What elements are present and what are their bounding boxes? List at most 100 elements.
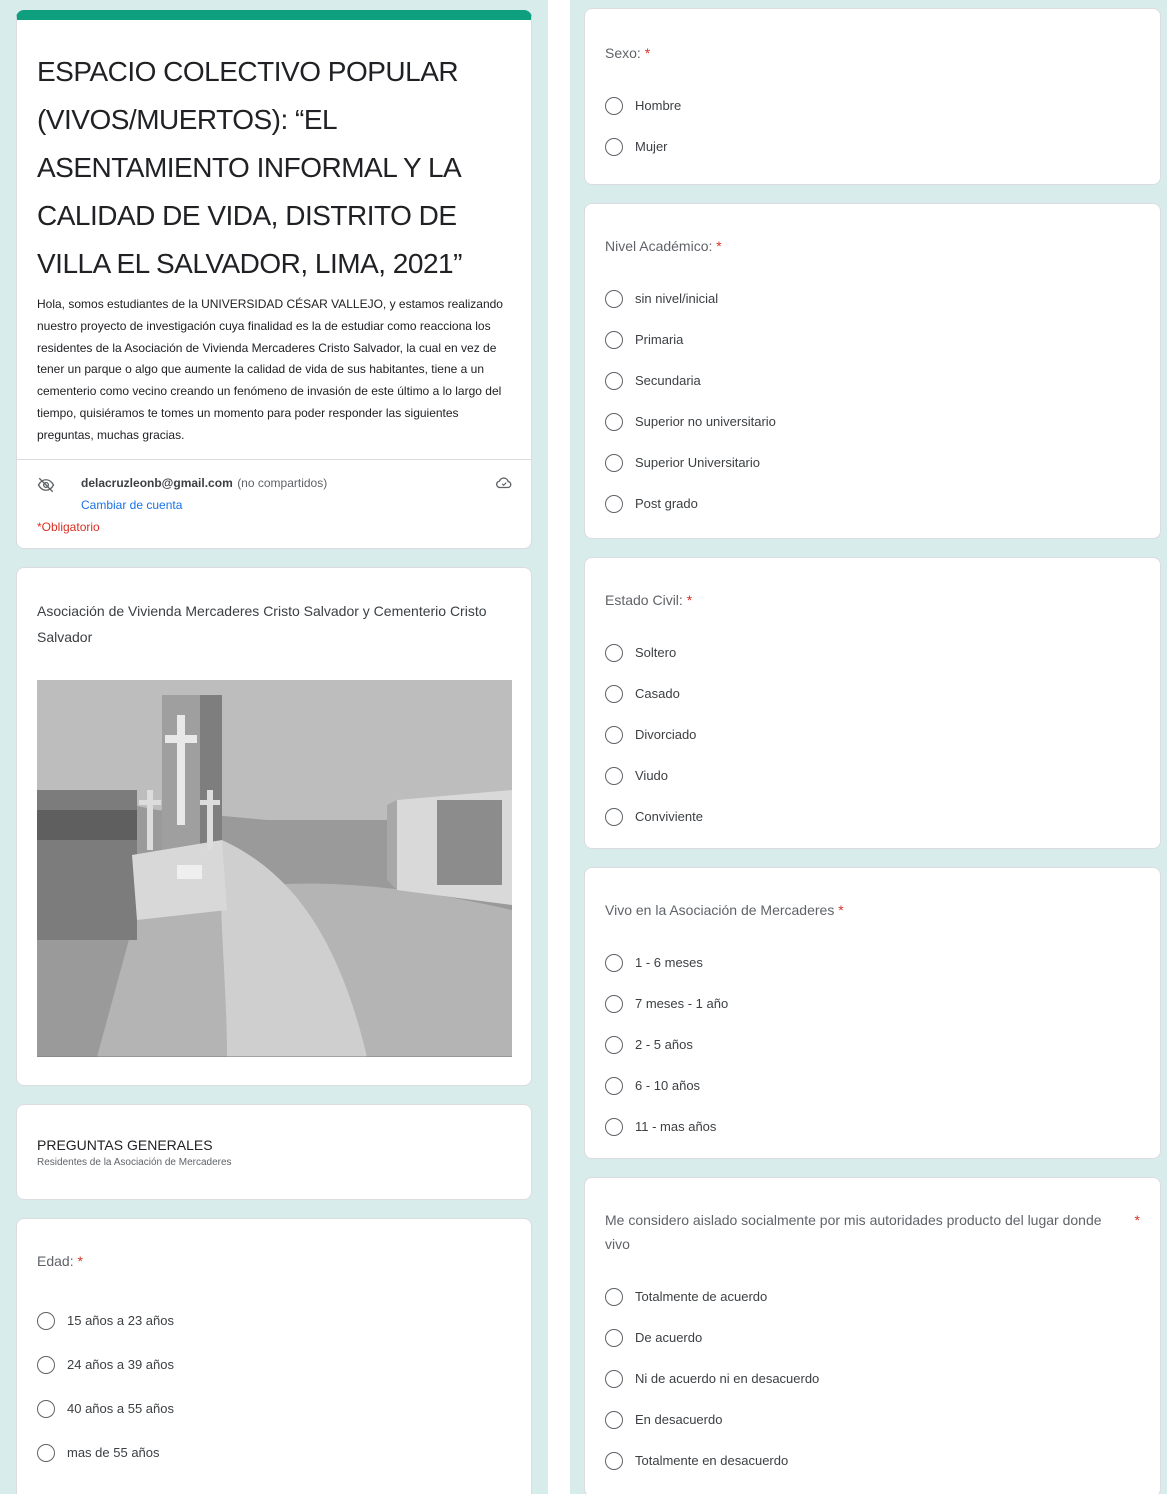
radio-button[interactable] <box>605 1369 623 1388</box>
question-sexo: Sexo: * Hombre Mujer <box>584 8 1161 185</box>
radio-button[interactable] <box>605 494 623 513</box>
radio-button[interactable] <box>605 371 623 390</box>
switch-account-link[interactable]: Cambiar de cuenta <box>81 498 511 512</box>
radio-option[interactable]: mas de 55 años <box>37 1431 511 1475</box>
radio-button[interactable] <box>605 1410 623 1429</box>
radio-button[interactable] <box>605 684 623 703</box>
cloud-sync-icon[interactable] <box>495 474 513 492</box>
radio-option[interactable]: Divorciado <box>605 714 1140 755</box>
option-label: Hombre <box>635 98 682 113</box>
radio-button[interactable] <box>605 1035 623 1054</box>
radio-button[interactable] <box>605 1328 623 1347</box>
question-label: Edad: <box>37 1252 78 1269</box>
option-label: 24 años a 39 años <box>67 1357 174 1373</box>
radio-button[interactable] <box>605 137 623 156</box>
radio-button[interactable] <box>605 1076 623 1095</box>
form-header-card: ESPACIO COLECTIVO POPULAR (VIVOS/MUERTOS… <box>16 10 532 549</box>
radio-option[interactable]: 6 - 10 años <box>605 1065 1140 1106</box>
question-title: Me considero aislado socialmente por mis… <box>605 1208 1140 1256</box>
radio-option[interactable]: Post grado <box>605 483 1140 524</box>
required-marker: * <box>686 592 693 608</box>
radio-button[interactable] <box>605 289 623 308</box>
radio-option[interactable]: Superior Universitario <box>605 442 1140 483</box>
option-list: Hombre Mujer <box>605 85 1140 167</box>
option-label: Viudo <box>635 768 669 783</box>
radio-button[interactable] <box>37 1355 55 1374</box>
image-item-card: Asociación de Vivienda Mercaderes Cristo… <box>16 566 532 1086</box>
option-label: Post grado <box>635 496 698 511</box>
radio-button[interactable] <box>605 330 623 349</box>
radio-option[interactable]: Totalmente de acuerdo <box>605 1276 1140 1317</box>
option-label: 2 - 5 años <box>635 1037 693 1052</box>
radio-option[interactable]: 15 años a 23 años <box>37 1299 511 1343</box>
radio-button[interactable] <box>605 412 623 431</box>
radio-button[interactable] <box>605 1117 623 1136</box>
question-title: Vivo en la Asociación de Mercaderes * <box>605 898 1140 922</box>
question-title: Estado Civil: * <box>605 588 1140 612</box>
radio-option[interactable]: De acuerdo <box>605 1317 1140 1358</box>
radio-button[interactable] <box>37 1399 55 1418</box>
option-label: 40 años a 55 años <box>67 1401 174 1417</box>
required-marker: * <box>716 238 722 254</box>
option-list: sin nivel/inicial Primaria Secundaria Su… <box>605 278 1140 524</box>
radio-option[interactable]: 24 años a 39 años <box>37 1343 511 1387</box>
radio-option[interactable]: Conviviente <box>605 796 1140 837</box>
option-label: Conviviente <box>635 809 703 824</box>
radio-option[interactable]: 11 - mas años <box>605 1106 1140 1147</box>
radio-button[interactable] <box>37 1311 55 1330</box>
radio-option[interactable]: 2 - 5 años <box>605 1024 1140 1065</box>
radio-button[interactable] <box>605 643 623 662</box>
option-label: Totalmente en desacuerdo <box>635 1453 789 1468</box>
radio-option[interactable]: 40 años a 55 años <box>37 1387 511 1431</box>
eye-off-icon <box>37 477 55 492</box>
radio-option[interactable]: Casado <box>605 673 1140 714</box>
option-label: 11 - mas años <box>635 1119 717 1134</box>
option-list: 1 - 6 meses 7 meses - 1 año 2 - 5 años 6… <box>605 942 1140 1147</box>
required-marker: * <box>1134 1212 1140 1228</box>
question-estado-civil: Estado Civil: * Soltero Casado Divorciad… <box>584 557 1161 849</box>
radio-option[interactable]: Secundaria <box>605 360 1140 401</box>
radio-button[interactable] <box>605 1287 623 1306</box>
image-caption: Asociación de Vivienda Mercaderes Cristo… <box>37 602 487 645</box>
cemetery-photo <box>37 679 512 1057</box>
radio-button[interactable] <box>605 994 623 1013</box>
radio-button[interactable] <box>605 953 623 972</box>
radio-option[interactable]: sin nivel/inicial <box>605 278 1140 319</box>
option-label: Secundaria <box>635 373 701 388</box>
radio-button[interactable] <box>605 766 623 785</box>
radio-option[interactable]: Primaria <box>605 319 1140 360</box>
radio-option[interactable]: Soltero <box>605 632 1140 673</box>
option-label: Ni de acuerdo ni en desacuerdo <box>635 1371 820 1386</box>
option-label: 1 - 6 meses <box>635 955 703 970</box>
form-right-column: Sexo: * Hombre Mujer Nivel Académico: * … <box>570 0 1167 1494</box>
radio-option[interactable]: En desacuerdo <box>605 1399 1140 1440</box>
option-label: Superior no universitario <box>635 414 776 429</box>
option-label: Divorciado <box>635 727 697 742</box>
radio-button[interactable] <box>605 725 623 744</box>
radio-option[interactable]: Ni de acuerdo ni en desacuerdo <box>605 1358 1140 1399</box>
radio-option[interactable]: Totalmente en desacuerdo <box>605 1440 1140 1481</box>
radio-button[interactable] <box>605 453 623 472</box>
question-label: Vivo en la Asociación de Mercaderes <box>605 902 839 918</box>
radio-option[interactable]: Superior no universitario <box>605 401 1140 442</box>
radio-option[interactable]: Hombre <box>605 85 1140 126</box>
radio-option[interactable]: Viudo <box>605 755 1140 796</box>
question-label: Nivel Académico: <box>605 238 717 254</box>
radio-option[interactable]: Mujer <box>605 126 1140 167</box>
option-label: 6 - 10 años <box>635 1078 701 1093</box>
radio-button[interactable] <box>37 1443 55 1462</box>
radio-button[interactable] <box>605 1451 623 1470</box>
question-title: Edad: * <box>37 1249 511 1273</box>
question-tiempo-residencia: Vivo en la Asociación de Mercaderes * 1 … <box>584 867 1161 1159</box>
form-description: Hola, somos estudiantes de la UNIVERSIDA… <box>37 297 503 442</box>
radio-button[interactable] <box>605 96 623 115</box>
radio-option[interactable]: 1 - 6 meses <box>605 942 1140 983</box>
radio-button[interactable] <box>605 807 623 826</box>
question-label: Me considero aislado socialmente por mis… <box>605 1212 1102 1252</box>
required-marker: * <box>644 45 651 61</box>
radio-option[interactable]: 7 meses - 1 año <box>605 983 1140 1024</box>
form-left-column: ESPACIO COLECTIVO POPULAR (VIVOS/MUERTOS… <box>0 0 548 1494</box>
account-note: (no compartidos) <box>237 475 328 490</box>
required-marker: * <box>77 1252 83 1269</box>
option-list: 15 años a 23 años 24 años a 39 años 40 a… <box>37 1299 511 1475</box>
